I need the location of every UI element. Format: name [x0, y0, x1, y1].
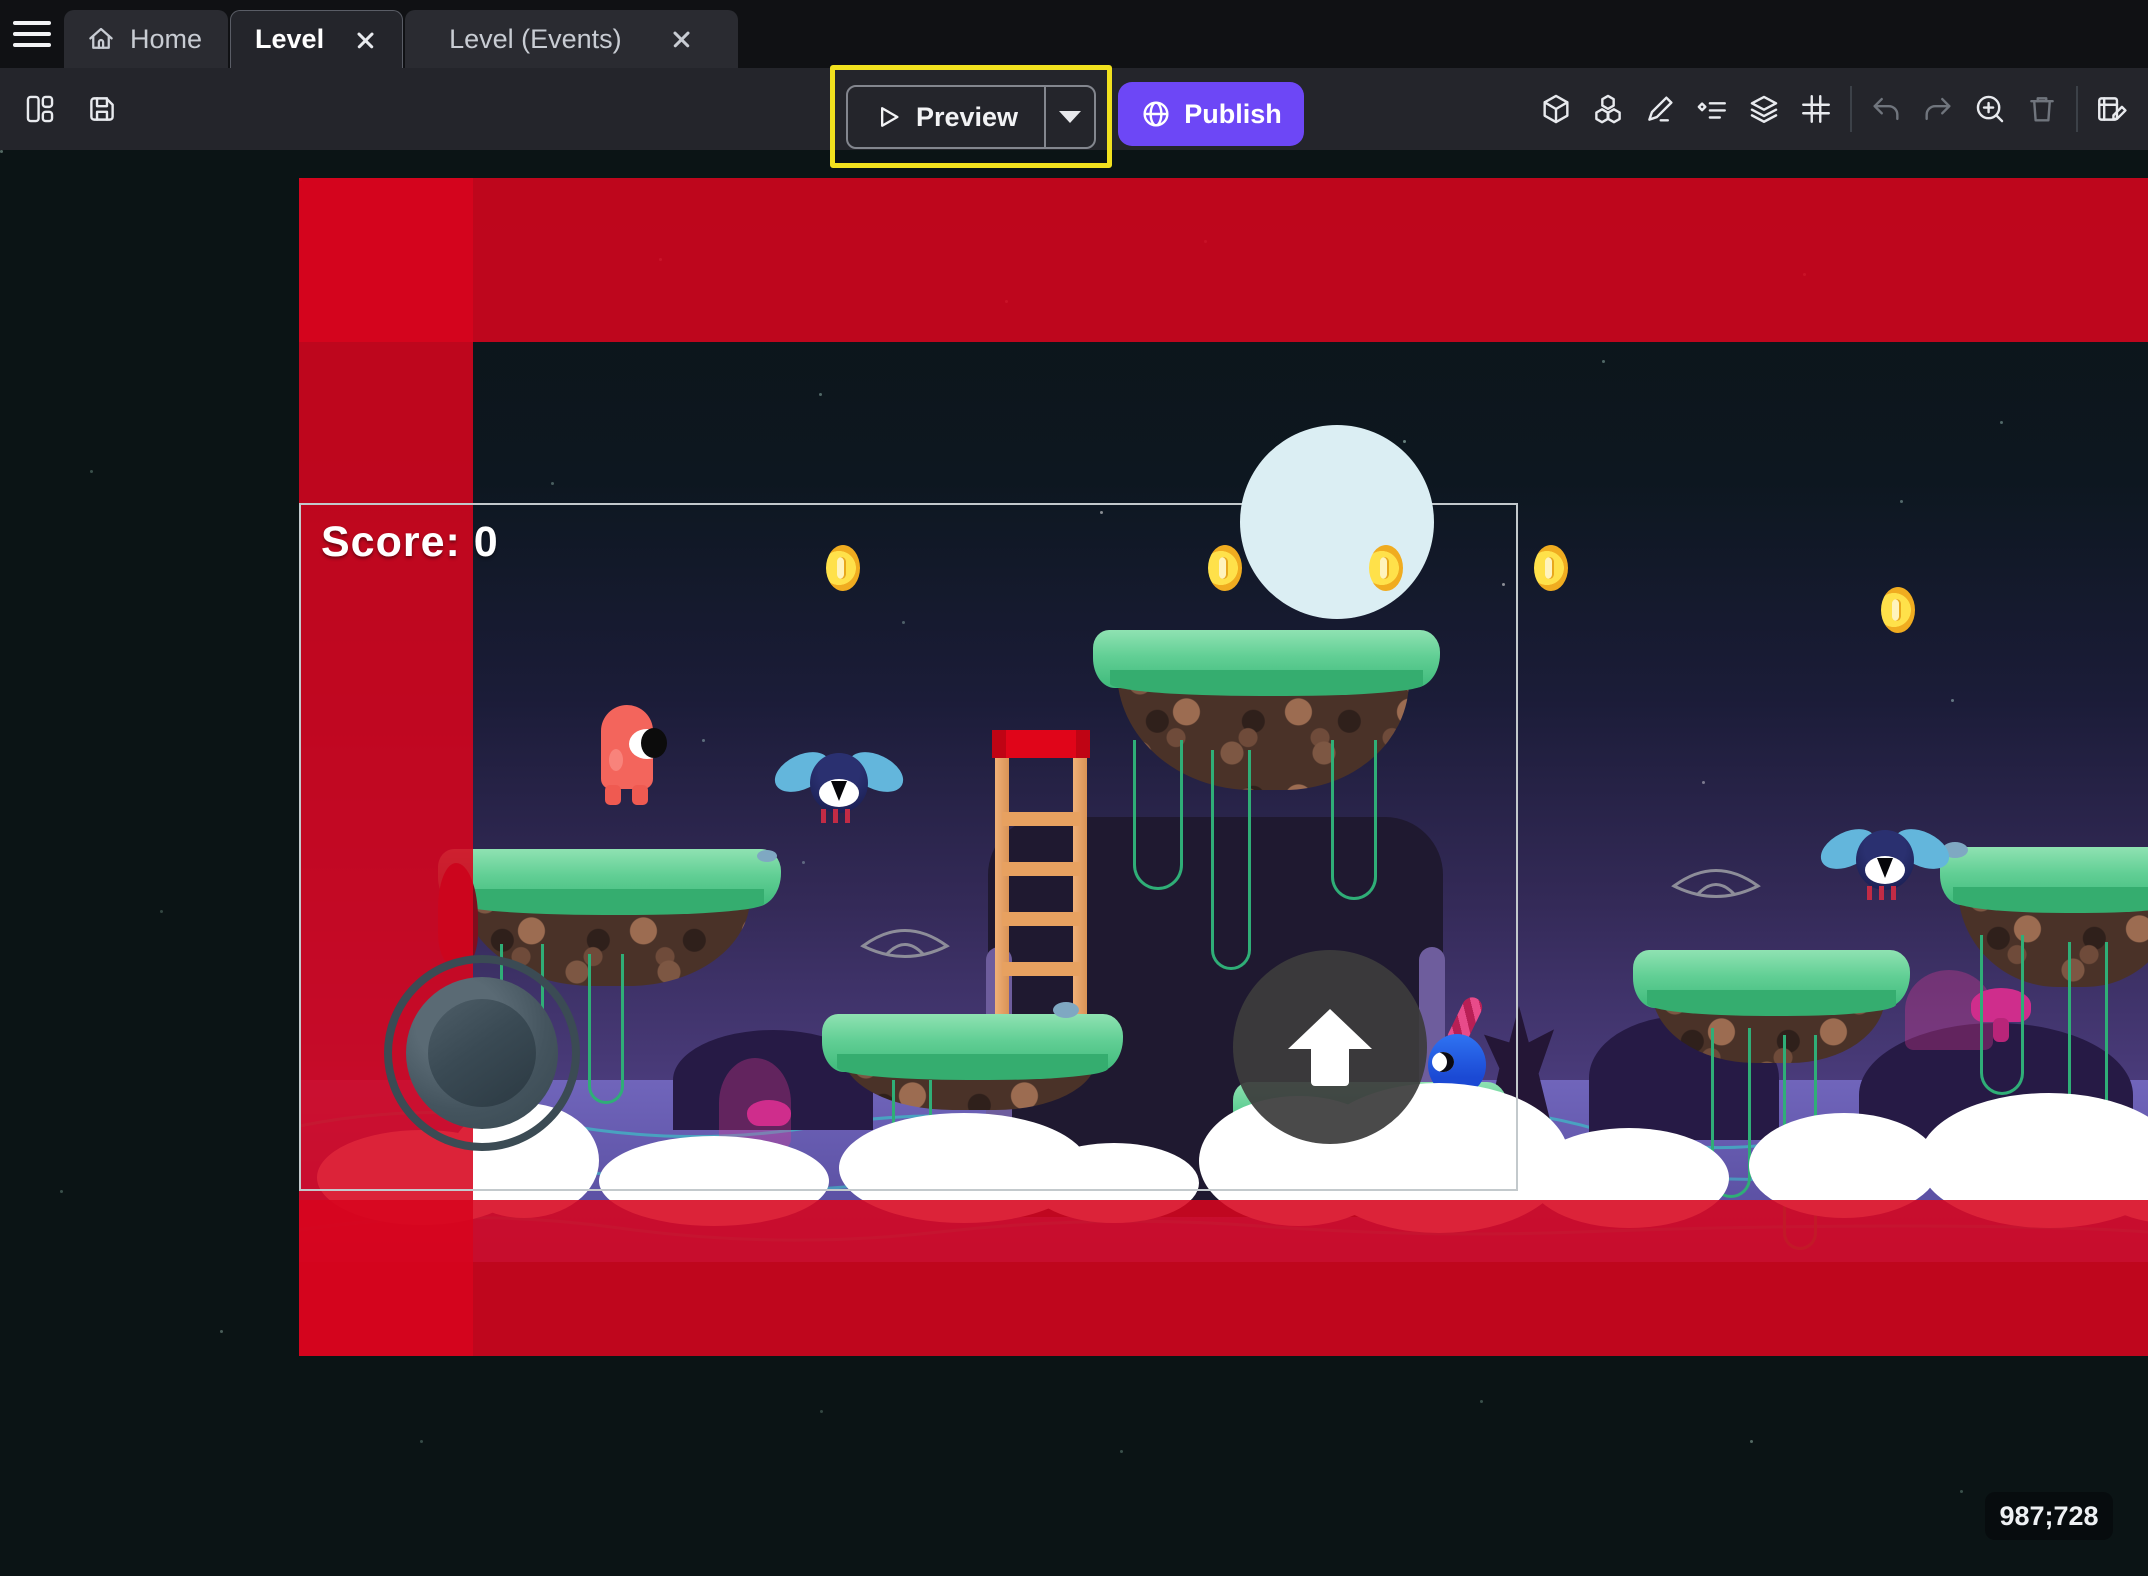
red-zone-bottom[interactable] [299, 1200, 2148, 1356]
coin[interactable] [1369, 545, 1403, 591]
layers-button[interactable] [1738, 81, 1790, 137]
cursor-coordinates: 987;728 [1985, 1492, 2113, 1540]
coin[interactable] [1208, 545, 1242, 591]
zoom-in-button[interactable] [1964, 81, 2016, 137]
tab-level-events[interactable]: Level (Events) [405, 10, 738, 68]
edit-object-button[interactable] [1634, 81, 1686, 137]
grid-icon [1799, 92, 1833, 126]
close-icon[interactable] [354, 28, 378, 52]
redo-button[interactable] [1912, 81, 1964, 137]
platform-right-middle[interactable] [1633, 950, 1910, 1063]
preview-button[interactable]: Preview [846, 85, 1096, 149]
game-scene: Score: 0 [299, 178, 2148, 1356]
score-text[interactable]: Score: 0 [321, 518, 499, 567]
undo-icon [1869, 92, 1903, 126]
coin[interactable] [1534, 545, 1568, 591]
fly-enemy[interactable] [1819, 830, 1951, 908]
grid-button[interactable] [1790, 81, 1842, 137]
pencil-icon [1643, 92, 1677, 126]
redo-icon [1921, 92, 1955, 126]
cube-icon [1539, 92, 1573, 126]
vine [1980, 935, 2024, 1095]
tab-bar: Home Level Level (Events) [0, 0, 2148, 68]
delete-button[interactable] [2016, 81, 2068, 137]
chevron-down-icon [1059, 111, 1081, 123]
toolbar-divider [1850, 86, 1852, 132]
publish-button[interactable]: Publish [1118, 82, 1304, 146]
platform-far-right[interactable] [1940, 847, 2148, 987]
globe-icon [1140, 98, 1172, 130]
scene-edit-icon [2095, 92, 2129, 126]
tab-home[interactable]: Home [64, 10, 228, 68]
edit-scene-properties-button[interactable] [2086, 81, 2138, 137]
objects-list-button[interactable] [1582, 81, 1634, 137]
coin[interactable] [1881, 587, 1915, 633]
jump-button[interactable] [1233, 950, 1427, 1144]
coin[interactable] [826, 545, 860, 591]
hamburger-icon [13, 21, 51, 25]
tab-label: Level [255, 24, 324, 55]
app-window: Home Level Level (Events) Preview [0, 0, 2148, 1576]
add-object-button[interactable] [1530, 81, 1582, 137]
red-zone-top[interactable] [299, 178, 2148, 342]
toolbar-right-group [1530, 68, 2138, 150]
toolbar-divider [2076, 86, 2078, 132]
close-icon[interactable] [670, 27, 694, 51]
layout-icon [23, 92, 57, 126]
home-icon [86, 24, 116, 54]
tab-level[interactable]: Level [230, 10, 403, 68]
undo-button[interactable] [1860, 81, 1912, 137]
joystick-control[interactable] [384, 955, 580, 1151]
tab-label: Home [130, 24, 202, 55]
preview-button-main[interactable]: Preview [848, 87, 1044, 147]
publish-label: Publish [1184, 99, 1282, 130]
eye-decoration [1670, 863, 1762, 909]
trash-icon [2025, 92, 2059, 126]
instances-icon [1695, 92, 1729, 126]
moon[interactable] [1240, 425, 1434, 619]
up-arrow-icon [1288, 1009, 1372, 1049]
cubes-icon [1591, 92, 1625, 126]
zoom-in-icon [1973, 92, 2007, 126]
play-icon [874, 103, 902, 131]
toolbar: Preview Publish [0, 68, 2148, 150]
preview-options-dropdown[interactable] [1044, 87, 1094, 147]
save-icon [85, 92, 119, 126]
scene-editor-canvas[interactable]: Score: 0 987;728 [0, 150, 2148, 1576]
hamburger-menu-button[interactable] [0, 0, 64, 68]
layers-icon [1747, 92, 1781, 126]
instances-list-button[interactable] [1686, 81, 1738, 137]
panels-layout-button[interactable] [14, 81, 66, 137]
toolbar-left-group [14, 68, 128, 150]
save-button[interactable] [76, 81, 128, 137]
preview-highlight-box: Preview [830, 65, 1112, 168]
preview-label: Preview [916, 102, 1018, 133]
tab-label: Level (Events) [449, 24, 622, 55]
joystick-knob[interactable] [428, 999, 536, 1107]
